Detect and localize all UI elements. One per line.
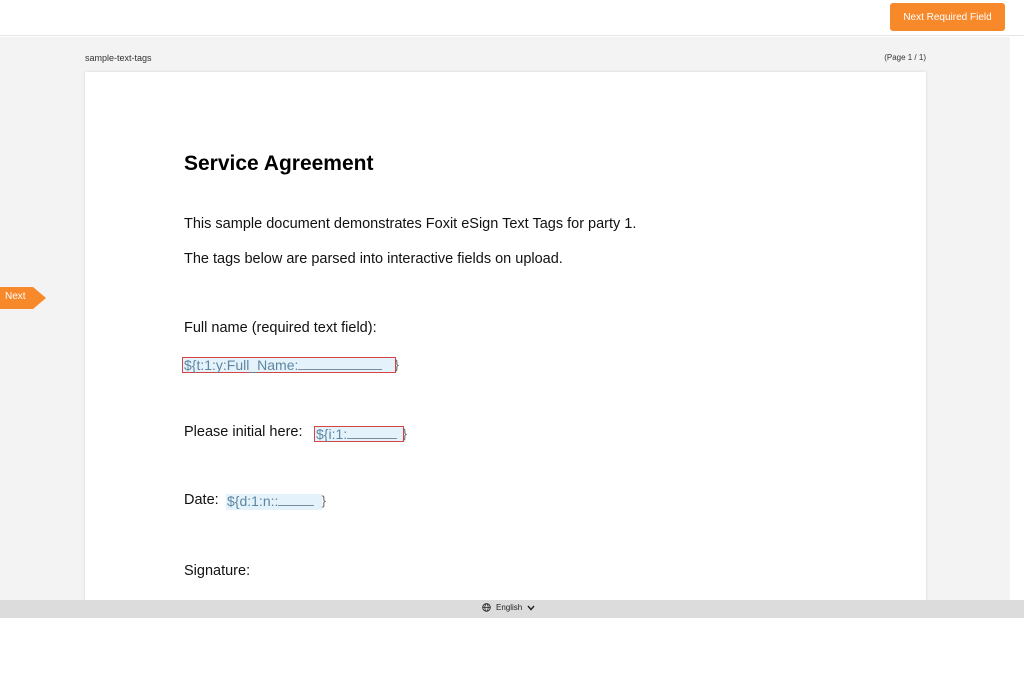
- document-viewer[interactable]: sample-text-tags (Page 1 / 1) Service Ag…: [0, 37, 1010, 600]
- chevron-down-icon: [527, 605, 535, 611]
- date-tag-text: ${d:1:n::: [227, 493, 279, 509]
- signature-label: Signature:: [184, 563, 251, 579]
- tags-paragraph: The tags below are parsed into interacti…: [184, 251, 563, 267]
- language-selector[interactable]: English: [482, 603, 535, 612]
- field-underline: [278, 494, 315, 506]
- footer-bar: English: [0, 600, 1024, 618]
- field-underline: [347, 427, 398, 439]
- date-label: Date:: [184, 492, 219, 508]
- next-marker-label: Next: [5, 291, 26, 302]
- full-name-tag-text: ${t:1:y:Full_Name:: [184, 357, 299, 373]
- language-label: English: [496, 603, 523, 612]
- document-page: Service Agreement This sample document d…: [85, 72, 926, 600]
- document-name: sample-text-tags: [85, 53, 152, 63]
- date-field[interactable]: ${d:1:n:: }: [226, 493, 326, 510]
- initial-tag-text: ${i:1:: [316, 426, 348, 442]
- intro-paragraph: This sample document demonstrates Foxit …: [184, 216, 637, 232]
- top-toolbar: Next Required Field: [0, 0, 1024, 36]
- tag-close-brace: }: [394, 357, 399, 372]
- next-field-marker[interactable]: Next: [0, 287, 46, 309]
- next-required-field-button[interactable]: Next Required Field: [890, 3, 1005, 31]
- document-title: Service Agreement: [184, 152, 374, 175]
- tag-close-brace: }: [402, 426, 407, 441]
- globe-icon: [482, 603, 491, 612]
- tag-close-brace: }: [321, 493, 326, 508]
- page-indicator: (Page 1 / 1): [884, 53, 926, 62]
- full-name-label: Full name (required text field):: [184, 320, 377, 336]
- vertical-scrollbar[interactable]: [1010, 37, 1024, 600]
- full-name-field[interactable]: ${t:1:y:Full_Name: }: [182, 357, 399, 373]
- initial-label: Please initial here:: [184, 424, 303, 440]
- initial-field[interactable]: ${i:1: }: [314, 426, 407, 442]
- field-underline: [298, 358, 383, 370]
